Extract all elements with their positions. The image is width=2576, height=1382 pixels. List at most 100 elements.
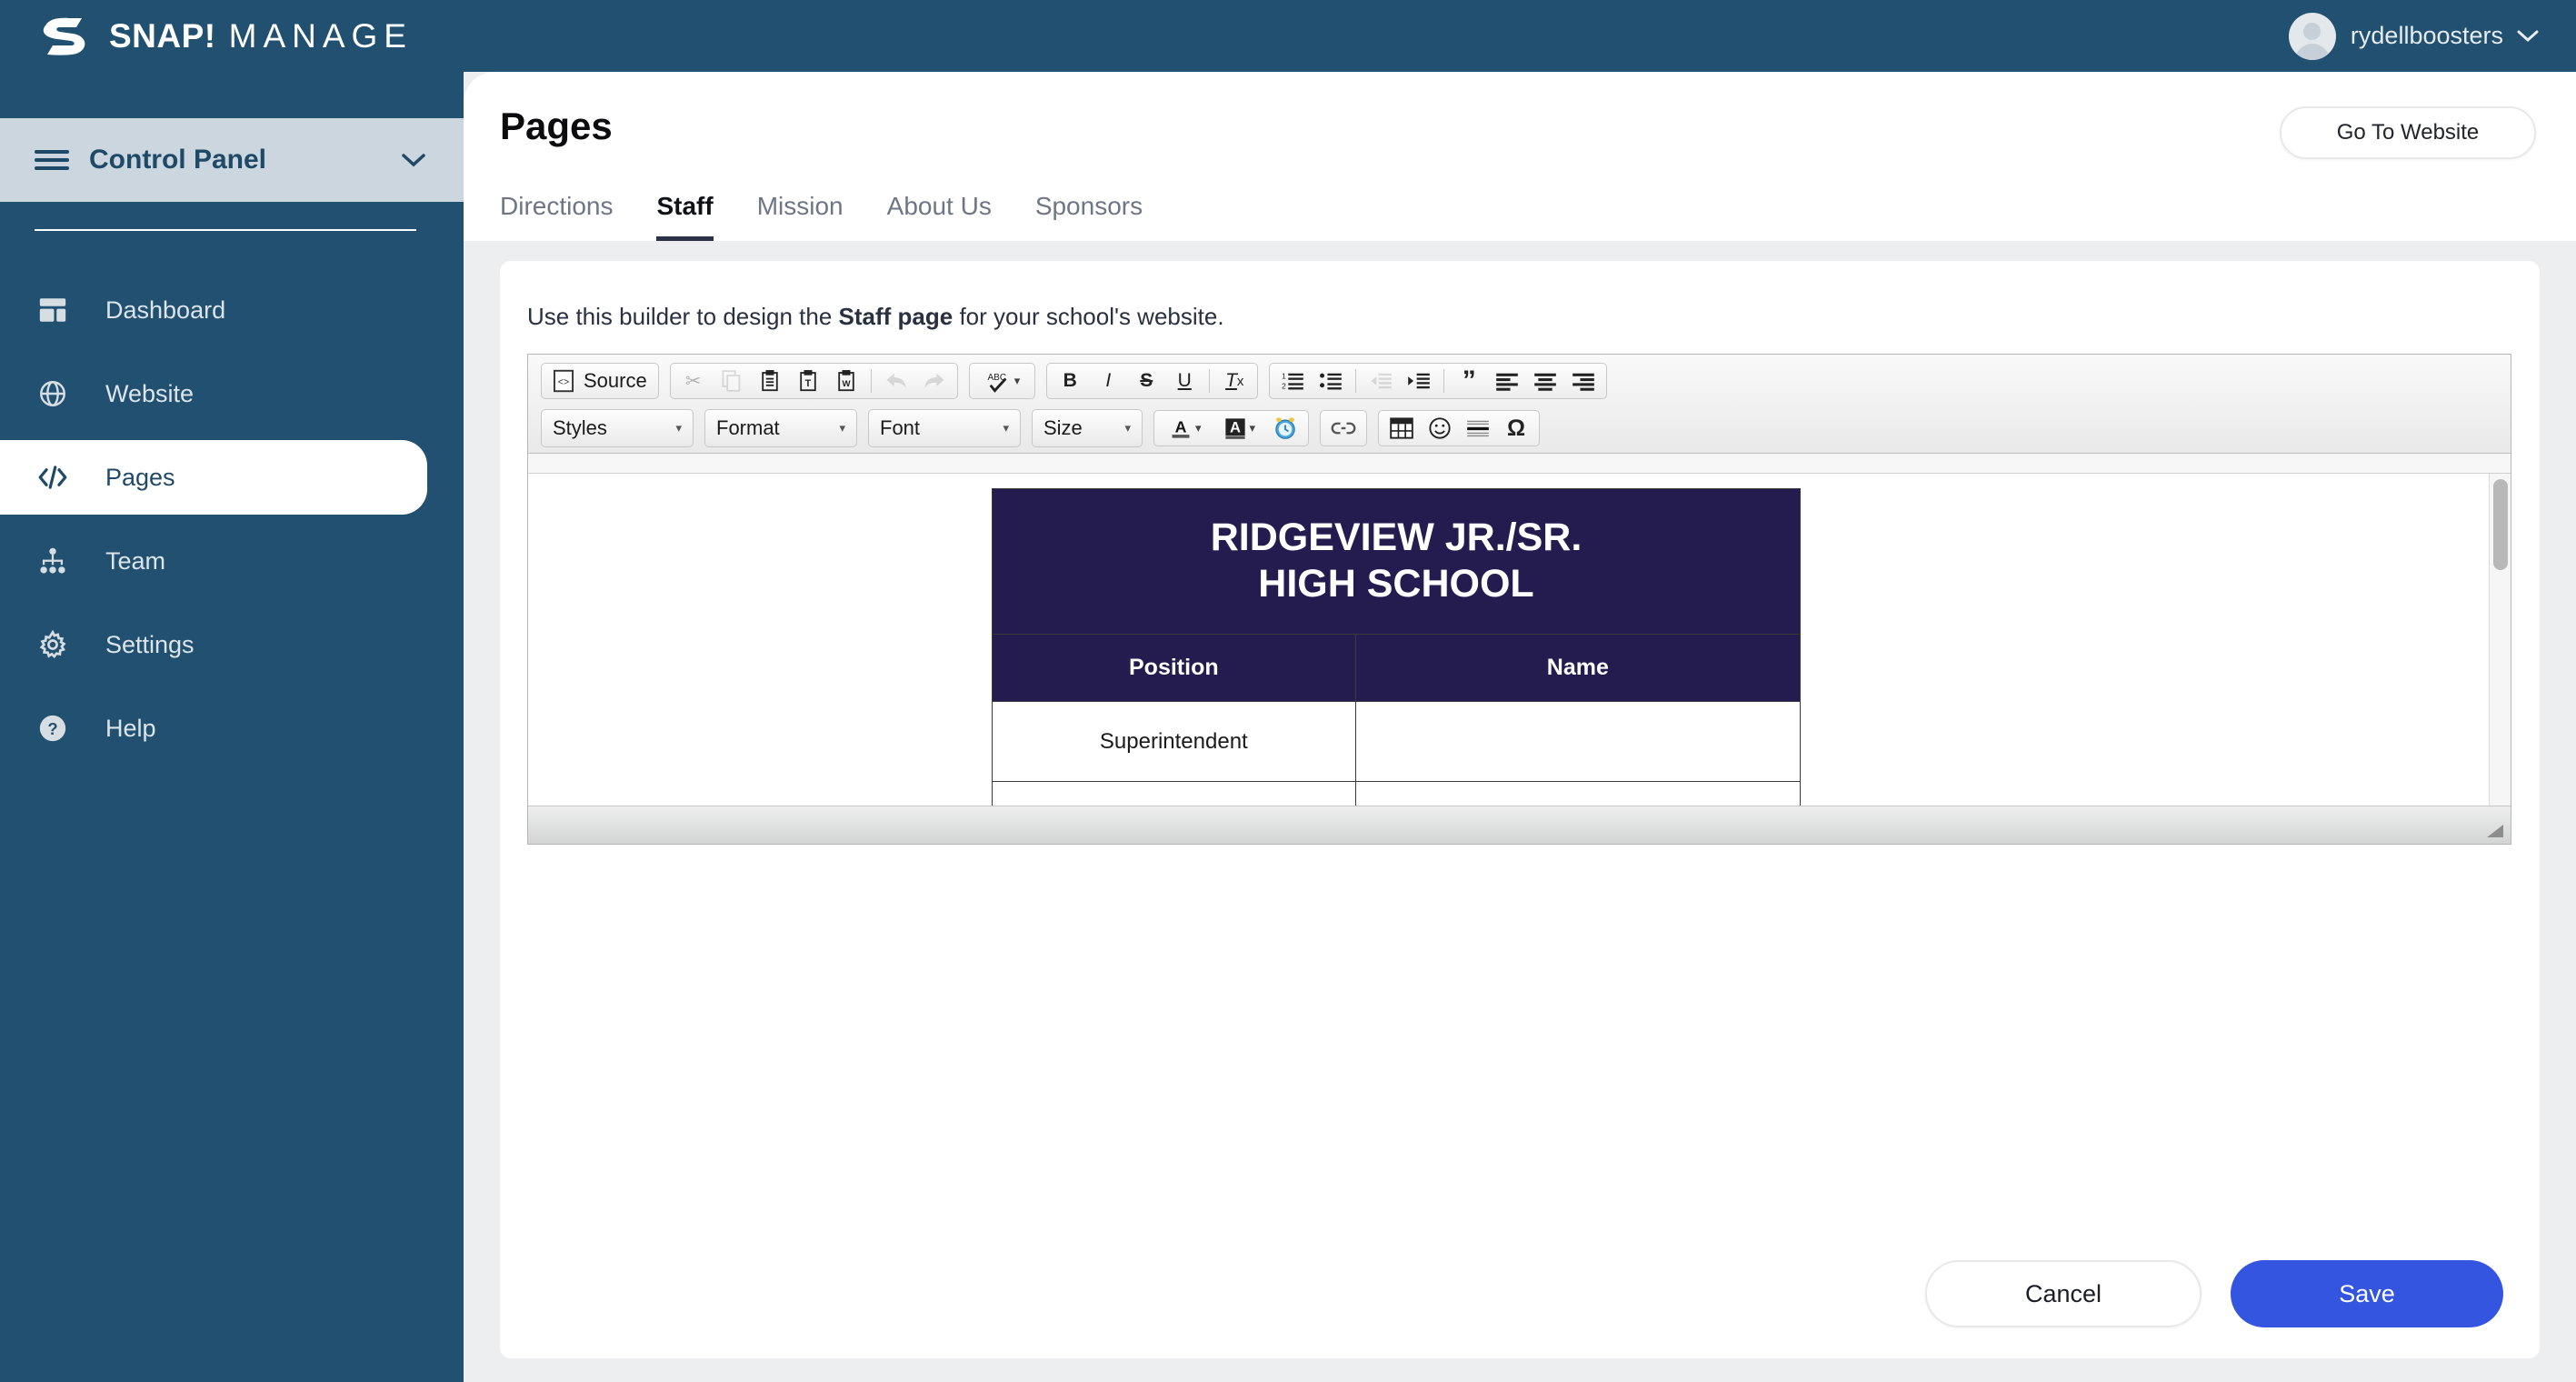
tab-staff[interactable]: Staff [634,192,734,241]
insert-group: Ω [1378,410,1541,446]
table-row-school-banner: RIDGEVIEW JR./SR. HIGH SCHOOL [992,487,1801,636]
cell-name [1354,701,1802,783]
resize-grip-icon[interactable] [2487,825,2503,837]
account-menu[interactable]: rydellboosters [2288,12,2540,60]
svg-text:2: 2 [1282,382,1286,390]
sidebar-item-settings[interactable]: Settings [0,607,464,682]
indent-icon[interactable] [1402,366,1436,396]
undo-icon[interactable] [879,366,914,396]
chevron-down-icon[interactable] [2516,29,2540,44]
bulleted-list-icon[interactable] [1313,366,1348,396]
school-name-line-1: RIDGEVIEW JR./SR. [1210,516,1583,559]
tab-directions[interactable]: Directions [500,192,634,241]
table-row: Superintendent [992,701,1802,783]
editor-toolbar-row-1: <> Source ✂ T W ABC ▾ B I S U T x 1 2 ” [541,360,2505,402]
avatar [2288,12,2336,60]
main-panel: Pages Go To Website Directions Staff Mis… [464,72,2576,1382]
chevron-down-icon[interactable] [400,152,427,168]
table-icon[interactable] [1384,413,1419,444]
maximize-icon[interactable] [1268,413,1303,444]
editor-content-area[interactable]: RIDGEVIEW JR./SR. HIGH SCHOOL Position N… [528,473,2511,806]
horizontal-rule-icon[interactable] [1461,413,1495,444]
remove-format-icon[interactable]: Tx [1217,366,1252,396]
column-header-position: Position [992,634,1356,703]
size-dropdown-label: Size [1043,416,1083,439]
cell-position: Superintendent [992,701,1356,783]
save-button[interactable]: Save [2231,1260,2503,1327]
brand-snap-text: SNAP! [109,16,216,55]
svg-text:1: 1 [1282,373,1286,381]
align-right-icon[interactable] [1566,366,1601,396]
text-color-icon[interactable]: A ▾ [1160,413,1211,444]
org-chart-icon [35,543,71,579]
smiley-icon[interactable] [1423,413,1457,444]
table-header-row: Position Name [992,634,1802,703]
numbered-list-icon[interactable]: 1 2 [1275,366,1310,396]
hamburger-icon[interactable] [35,145,69,175]
clipboard-group: ✂ T W [669,363,958,399]
sidebar-item-pages[interactable]: Pages [0,440,427,515]
sidebar-item-label: Pages [105,463,175,491]
page-tabs: Directions Staff Mission About Us Sponso… [500,192,1164,241]
sidebar-item-label: Help [105,714,156,742]
svg-text:?: ? [47,719,57,738]
gear-icon [35,626,71,663]
styles-dropdown-label: Styles [553,416,607,439]
svg-text:W: W [842,379,851,389]
editor-toolbar-row-2: Styles ▾ Format ▾ Font ▾ Size ▾ A ▾ A ▾ … [541,407,2505,449]
sidebar-item-label: Dashboard [105,295,226,324]
cell-position: Principal [992,781,1356,806]
svg-text:T: T [804,378,811,389]
control-panel-header[interactable]: Control Panel [0,118,464,202]
bold-icon[interactable]: B [1053,366,1087,396]
form-actions: Cancel Save [1925,1260,2503,1327]
italic-icon[interactable]: I [1091,366,1125,396]
sidebar-divider [35,229,416,231]
svg-text:<>: <> [558,377,569,388]
tab-mission[interactable]: Mission [735,192,865,241]
cancel-button[interactable]: Cancel [1925,1260,2202,1327]
strike-icon[interactable]: S [1129,366,1163,396]
align-center-icon[interactable] [1528,366,1563,396]
underline-icon[interactable]: U [1167,366,1202,396]
sidebar-item-dashboard[interactable]: Dashboard [0,273,464,347]
paste-word-icon[interactable]: W [829,366,864,396]
source-icon: <> [553,369,574,393]
snap-s-logo-icon [43,17,85,55]
link-icon[interactable] [1326,413,1361,444]
brand-logo[interactable]: SNAP! MANAGE [40,16,413,56]
source-button[interactable]: <> Source [541,363,659,399]
sidebar-item-website[interactable]: Website [0,356,464,431]
font-dropdown[interactable]: Font ▾ [868,409,1021,447]
redo-icon[interactable] [917,366,952,396]
school-name-line-2: HIGH SCHOOL [1258,561,1534,606]
sidebar: Control Panel Dashboard Website Pages Te… [0,0,464,1382]
scrollbar-thumb[interactable] [2493,479,2508,570]
link-group [1320,410,1368,446]
column-header-name: Name [1354,634,1802,703]
control-panel-label: Control Panel [89,145,267,175]
sidebar-item-team[interactable]: Team [0,524,464,598]
background-color-icon[interactable]: A ▾ [1214,413,1265,444]
paste-icon[interactable] [753,366,787,396]
spellcheck-icon[interactable]: ABC ▾ [975,366,1030,396]
special-char-icon[interactable]: Ω [1499,413,1533,444]
cut-icon[interactable]: ✂ [676,366,711,396]
go-to-website-button[interactable]: Go To Website [2280,106,2536,159]
align-left-icon[interactable] [1490,366,1524,396]
editor-toolbar: <> Source ✂ T W ABC ▾ B I S U T x 1 2 ” … [528,355,2511,454]
copy-icon[interactable] [714,366,749,396]
format-dropdown[interactable]: Format ▾ [704,409,857,447]
editor-vertical-scrollbar[interactable] [2489,474,2511,806]
chevron-down-icon: ▾ [1003,421,1009,435]
paste-text-icon[interactable]: T [791,366,825,396]
blockquote-icon[interactable]: ” [1452,366,1486,396]
outdent-icon[interactable] [1363,366,1398,396]
school-name-banner: RIDGEVIEW JR./SR. HIGH SCHOOL [992,487,1801,636]
tab-about-us[interactable]: About Us [865,192,1013,241]
sidebar-item-help[interactable]: ? Help [0,691,464,766]
size-dropdown[interactable]: Size ▾ [1032,409,1143,447]
tab-sponsors[interactable]: Sponsors [1013,192,1164,241]
sidebar-nav: Dashboard Website Pages Team Settings ? … [0,264,464,775]
styles-dropdown[interactable]: Styles ▾ [541,409,694,447]
